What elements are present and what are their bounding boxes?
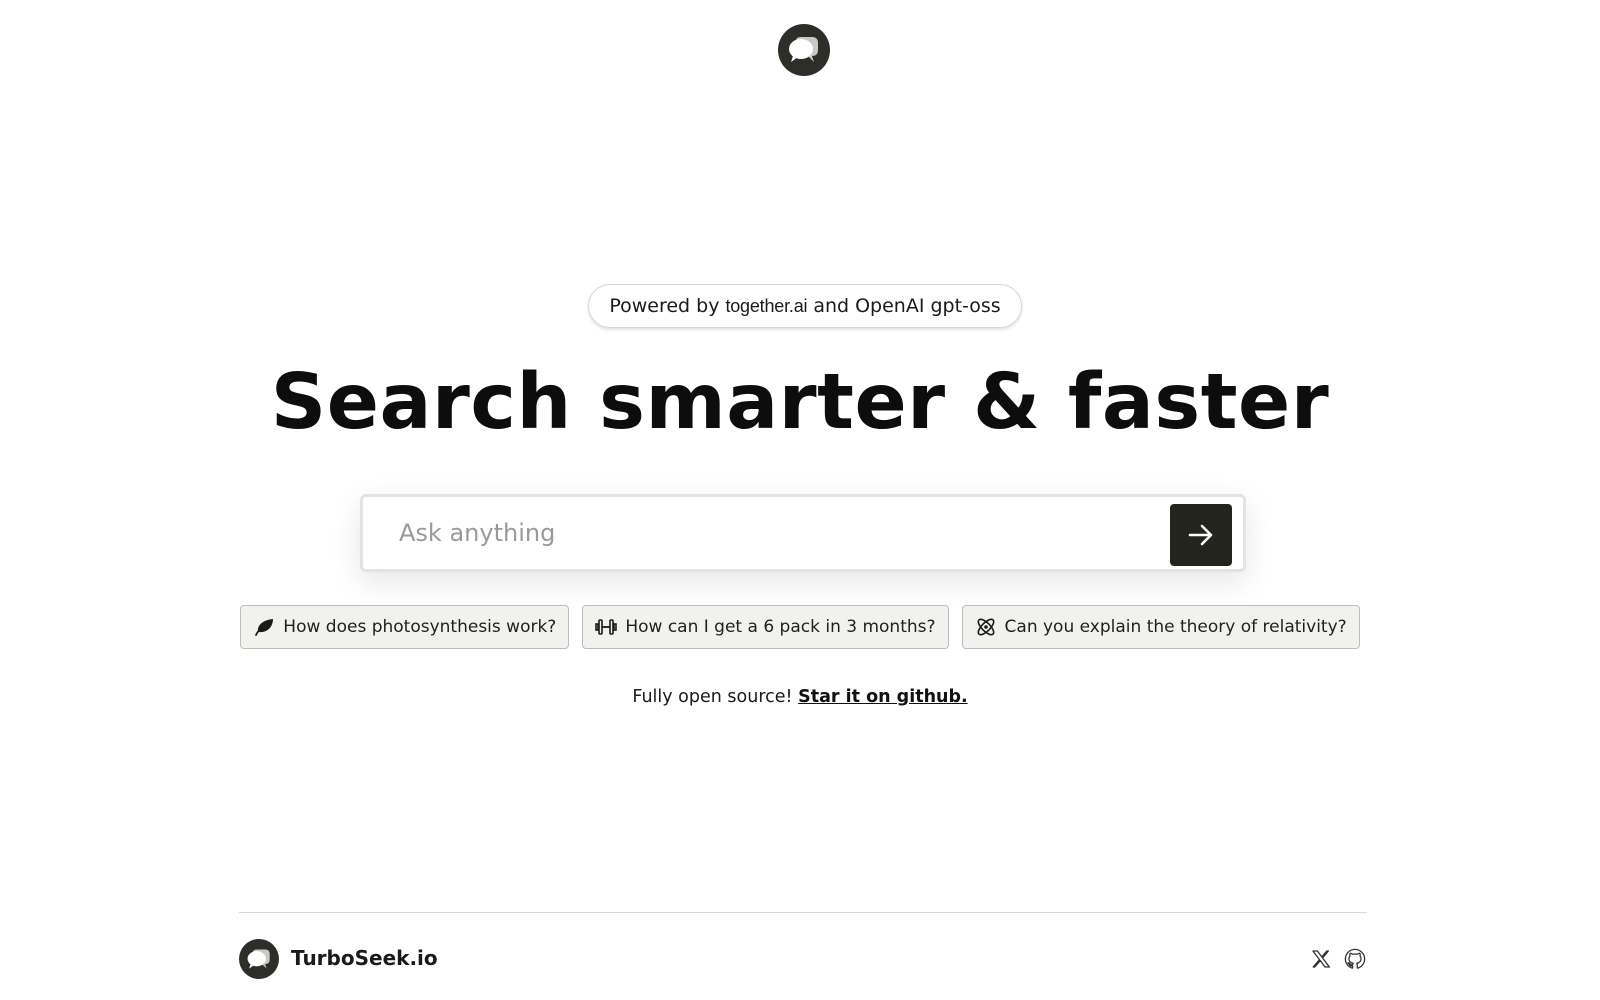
atom-icon — [977, 618, 995, 636]
suggestion-chip-photosynthesis[interactable]: How does photosynthesis work? — [240, 605, 570, 649]
suggestion-label: How does photosynthesis work? — [283, 617, 557, 637]
powered-by-badge: Powered by together.ai and OpenAI gpt-os… — [588, 284, 1022, 328]
suggestion-label: Can you explain the theory of relativity… — [1004, 617, 1347, 637]
powered-suffix: and OpenAI gpt-oss — [813, 295, 1001, 317]
chat-bubble-logo-icon — [789, 37, 818, 62]
suggestion-chip-six-pack[interactable]: How can I get a 6 pack in 3 months? — [582, 605, 949, 649]
search-box — [360, 494, 1246, 572]
open-source-text: Fully open source! — [632, 687, 793, 707]
footer-logo[interactable] — [239, 939, 279, 979]
powered-prefix: Powered by — [609, 295, 720, 317]
search-input[interactable] — [379, 507, 1159, 559]
x-link[interactable] — [1308, 946, 1334, 972]
x-icon — [1312, 950, 1331, 968]
open-source-note: Fully open source! Star it on github. — [0, 687, 1600, 707]
dumbbell-icon — [595, 619, 618, 635]
github-link[interactable] — [1342, 946, 1368, 972]
arrow-right-icon — [1188, 524, 1213, 546]
top-logo[interactable] — [778, 24, 830, 76]
hero-title: Search smarter & faster — [270, 358, 1330, 447]
chat-bubble-logo-icon — [247, 949, 270, 969]
github-star-link[interactable]: Star it on github. — [798, 687, 968, 707]
suggestion-chips: How does photosynthesis work? How can I … — [0, 605, 1600, 649]
submit-search-button[interactable] — [1170, 504, 1232, 566]
footer-brand[interactable]: TurboSeek.io — [291, 946, 438, 970]
footer-divider — [239, 912, 1367, 913]
suggestion-chip-relativity[interactable]: Can you explain the theory of relativity… — [961, 605, 1360, 649]
suggestion-label: How can I get a 6 pack in 3 months? — [625, 617, 936, 637]
github-icon — [1344, 948, 1366, 969]
together-ai-brand: together.ai — [725, 295, 808, 316]
leaf-icon — [255, 619, 274, 636]
